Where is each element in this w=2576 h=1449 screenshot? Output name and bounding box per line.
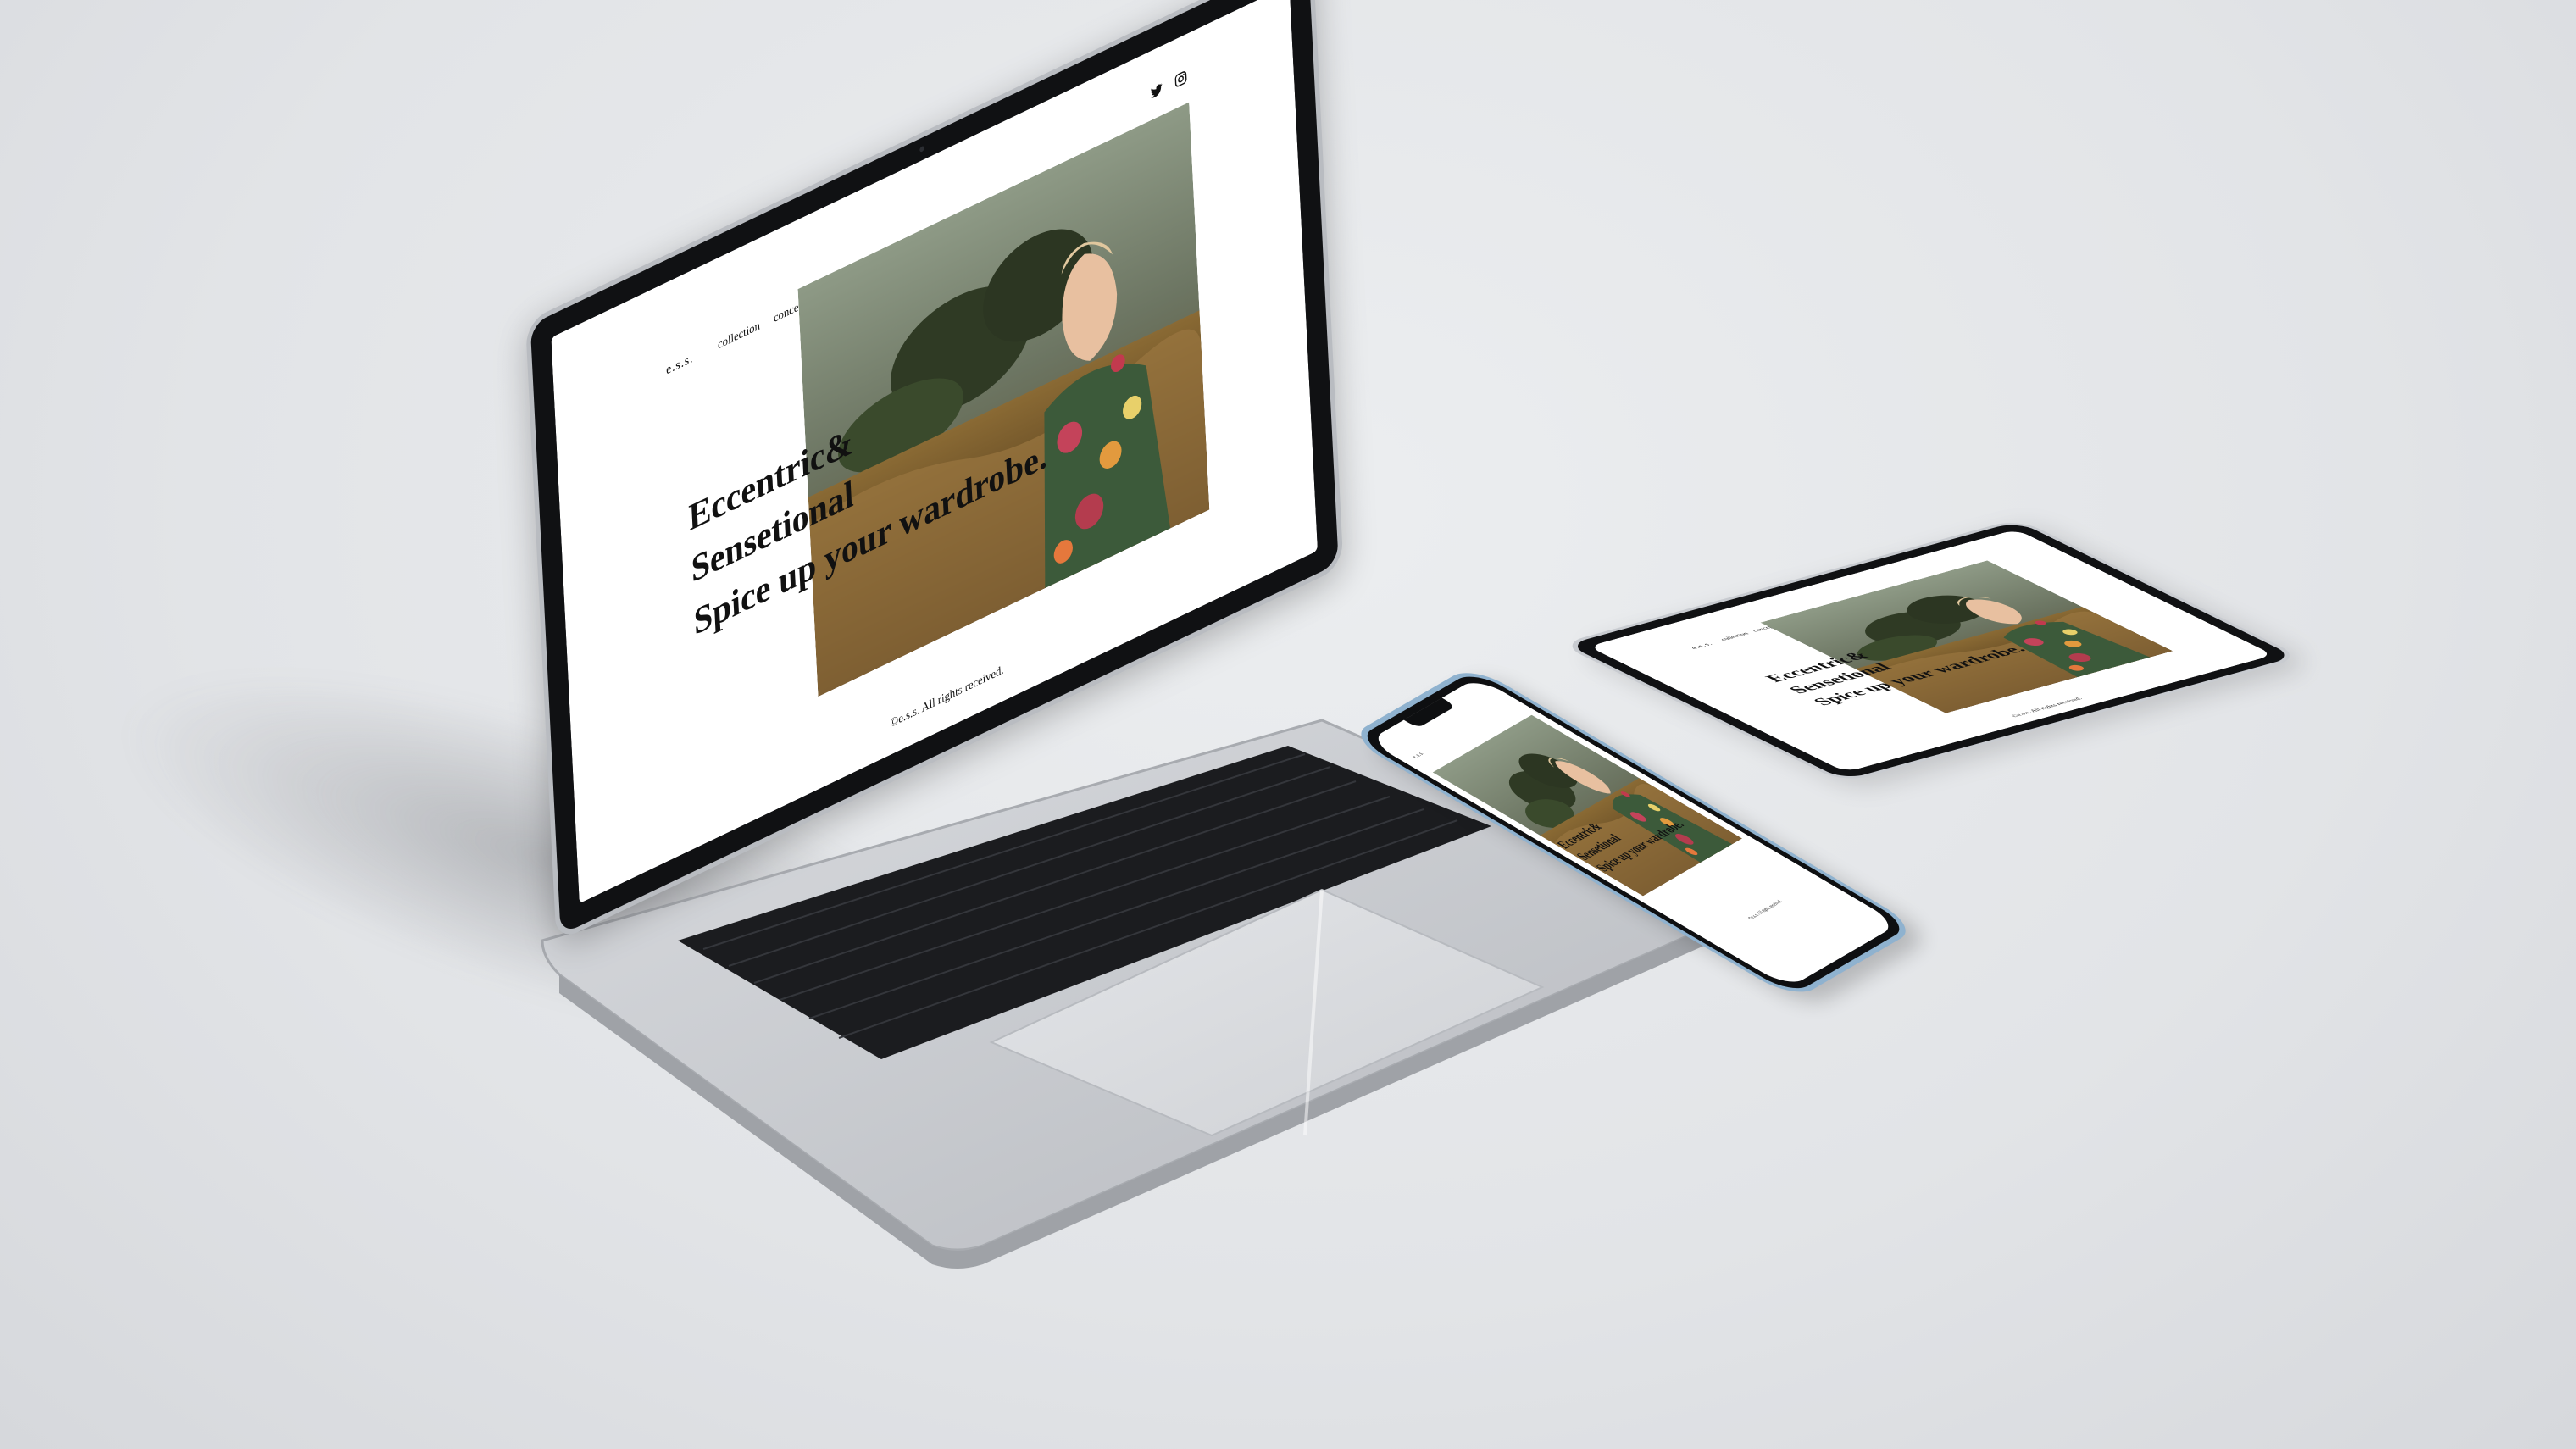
trackpad[interactable] xyxy=(989,888,1545,1137)
tablet: e.s.s. collection concept shop Eccentric… xyxy=(1559,518,2303,783)
camera-icon xyxy=(919,145,924,153)
instagram-icon[interactable] xyxy=(1174,68,1188,90)
site-logo[interactable]: e.s.s. xyxy=(666,351,694,378)
device-mockup-scene: e.s.s. collection concept shop Eccentric… xyxy=(0,0,2576,1449)
tablet-nav-item-collection[interactable]: collection xyxy=(1718,631,1751,641)
tablet-screen: e.s.s. collection concept shop Eccentric… xyxy=(1588,529,2274,773)
tablet-website: e.s.s. collection concept shop Eccentric… xyxy=(1588,529,2274,773)
tablet-site-logo[interactable]: e.s.s. xyxy=(1688,641,1714,650)
phone-site-logo[interactable]: e.s.s. xyxy=(1410,750,1426,759)
laptop-display: e.s.s. collection concept shop Eccentric… xyxy=(525,0,1344,943)
website: e.s.s. collection concept shop Eccentric… xyxy=(551,0,1318,904)
nav-item-collection[interactable]: collection xyxy=(718,319,760,353)
phone-hero-photo xyxy=(1432,714,1742,897)
twitter-icon[interactable] xyxy=(1150,80,1164,102)
phone-site-footer: ©e.s.s. All rights received. xyxy=(1746,898,1785,921)
laptop-screen: e.s.s. collection concept shop Eccentric… xyxy=(551,0,1318,904)
social-links xyxy=(1150,68,1189,102)
